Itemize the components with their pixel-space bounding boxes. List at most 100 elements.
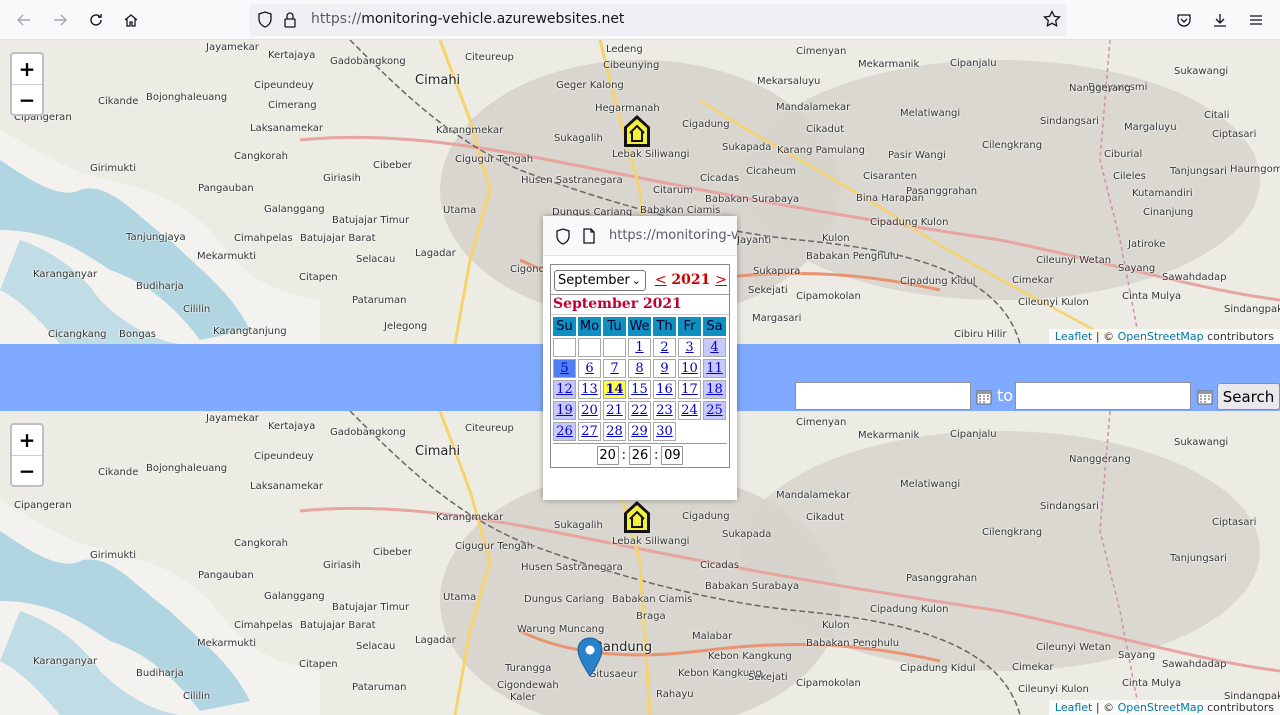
day-cell[interactable]: 6 <box>578 359 601 378</box>
day-cell[interactable]: 15 <box>628 380 651 399</box>
map-label: Cimenyan <box>796 417 847 428</box>
day-cell-today[interactable]: 14 <box>603 380 626 399</box>
downloads-button[interactable] <box>1206 6 1234 34</box>
week-row: 26 27 28 29 30 <box>553 422 726 441</box>
day-cell[interactable]: 12 <box>553 380 576 399</box>
calendar-popup-window: https://monitoring-vehicle.azurewebsites… <box>543 216 737 500</box>
map-label: Ledeng <box>606 44 643 55</box>
location-pin-icon[interactable] <box>577 637 603 677</box>
day-cell[interactable]: 1 <box>628 338 651 357</box>
next-year-link[interactable]: > <box>715 272 727 288</box>
day-cell[interactable]: 22 <box>628 401 651 420</box>
year-nav: < 2021 > <box>655 272 727 288</box>
bookmark-star-icon[interactable] <box>1043 10 1061 28</box>
day-cell[interactable]: 4 <box>703 338 726 357</box>
map-label: Citarum <box>653 185 693 196</box>
map-label: Cangkorah <box>234 538 288 549</box>
day-cell-selected[interactable]: 5 <box>553 359 576 378</box>
map-label: Cimenyan <box>796 46 847 57</box>
browser-toolbar: https://monitoring-vehicle.azurewebsites… <box>0 0 1280 40</box>
osm-link[interactable]: OpenStreetMap <box>1118 701 1204 714</box>
map-label: Sekejati <box>748 285 788 296</box>
map-label: Selacau <box>356 254 396 265</box>
day-cell[interactable]: 26 <box>553 422 576 441</box>
day-cell[interactable]: 9 <box>653 359 676 378</box>
search-button[interactable]: Search <box>1217 383 1280 410</box>
calendar-icon[interactable] <box>976 389 992 405</box>
leaflet-link[interactable]: Leaflet <box>1055 330 1092 343</box>
url-scheme: https:// <box>311 11 362 27</box>
zoom-out-button[interactable]: − <box>12 455 42 485</box>
map-label: Budiharja <box>136 281 184 292</box>
second-field[interactable]: 09 <box>661 446 684 465</box>
osm-link[interactable]: OpenStreetMap <box>1118 330 1204 343</box>
map-label: Batujajar Timur <box>332 602 410 613</box>
download-icon <box>1214 14 1226 27</box>
date-from-input[interactable] <box>795 382 971 410</box>
zoom-out-button[interactable]: − <box>12 84 42 114</box>
map-label: Cipeundeuy <box>254 451 314 462</box>
home-marker-icon[interactable] <box>622 499 652 535</box>
day-cell[interactable]: 29 <box>628 422 651 441</box>
forward-button[interactable] <box>46 6 74 34</box>
url-text: https://monitoring-vehicle.azurewebsites… <box>311 11 624 27</box>
day-cell[interactable]: 7 <box>603 359 626 378</box>
day-cell[interactable]: 30 <box>653 422 676 441</box>
map-label: Giriasih <box>323 560 361 571</box>
day-cell[interactable]: 28 <box>603 422 626 441</box>
day-cell[interactable]: 21 <box>603 401 626 420</box>
menu-button[interactable] <box>1242 6 1270 34</box>
map-label: Sindangpakuon <box>1224 304 1280 315</box>
day-cell[interactable]: 19 <box>553 401 576 420</box>
day-cell[interactable]: 11 <box>703 359 726 378</box>
tracking-shield-icon[interactable] <box>555 228 571 246</box>
day-cell[interactable]: 20 <box>578 401 601 420</box>
day-cell[interactable]: 16 <box>653 380 676 399</box>
url-bar[interactable]: https://monitoring-vehicle.azurewebsites… <box>249 4 1067 36</box>
map-label: Cimahpelas <box>234 620 293 631</box>
day-cell[interactable]: 27 <box>578 422 601 441</box>
home-marker-icon[interactable] <box>622 113 652 149</box>
minute-field[interactable]: 26 <box>629 446 651 465</box>
map-label: Karangmekar <box>436 125 504 136</box>
pocket-icon <box>1177 14 1191 27</box>
home-button[interactable] <box>117 6 145 34</box>
attribution-separator: | © <box>1092 330 1118 343</box>
map-label: Cikande <box>98 96 139 107</box>
map-label: Mekarmanik <box>858 430 920 441</box>
leaflet-link[interactable]: Leaflet <box>1055 701 1092 714</box>
lock-icon[interactable] <box>282 11 298 29</box>
zoom-in-button[interactable]: + <box>12 425 42 455</box>
pocket-button[interactable] <box>1170 6 1198 34</box>
month-select[interactable]: September ⌄ <box>554 270 646 291</box>
day-cell[interactable]: 24 <box>678 401 701 420</box>
map-label: Cinta Mulya <box>1122 291 1182 302</box>
day-cell[interactable]: 23 <box>653 401 676 420</box>
back-button[interactable] <box>10 6 38 34</box>
map-label: Rahayu <box>656 689 694 700</box>
map-label: Cinanjung <box>1143 207 1194 218</box>
prev-year-link[interactable]: < <box>655 272 667 288</box>
day-cell[interactable]: 8 <box>628 359 651 378</box>
attribution-tail: contributors <box>1203 330 1274 343</box>
day-cell[interactable]: 13 <box>578 380 601 399</box>
reload-button[interactable] <box>82 6 110 34</box>
day-cell[interactable]: 25 <box>703 401 726 420</box>
map-label: Sukagalih <box>554 133 603 144</box>
map-label: Cililin <box>183 304 211 315</box>
calendar-icon[interactable] <box>1197 389 1213 405</box>
map-label: Babakan Surabaya <box>705 581 800 592</box>
map-label: Cigugur Tengah <box>455 541 534 552</box>
date-to-input[interactable] <box>1015 382 1191 410</box>
hour-field[interactable]: 20 <box>596 446 619 465</box>
day-cell[interactable]: 2 <box>653 338 676 357</box>
tracking-shield-icon[interactable] <box>257 11 273 29</box>
day-cell[interactable]: 10 <box>678 359 701 378</box>
zoom-in-button[interactable]: + <box>12 54 42 84</box>
map-label: Cikande <box>98 467 139 478</box>
day-cell[interactable]: 18 <box>703 380 726 399</box>
day-cell[interactable]: 3 <box>678 338 701 357</box>
day-cell[interactable]: 17 <box>678 380 701 399</box>
map-label: Cibeunying <box>603 60 660 71</box>
time-separator: : <box>621 448 626 463</box>
